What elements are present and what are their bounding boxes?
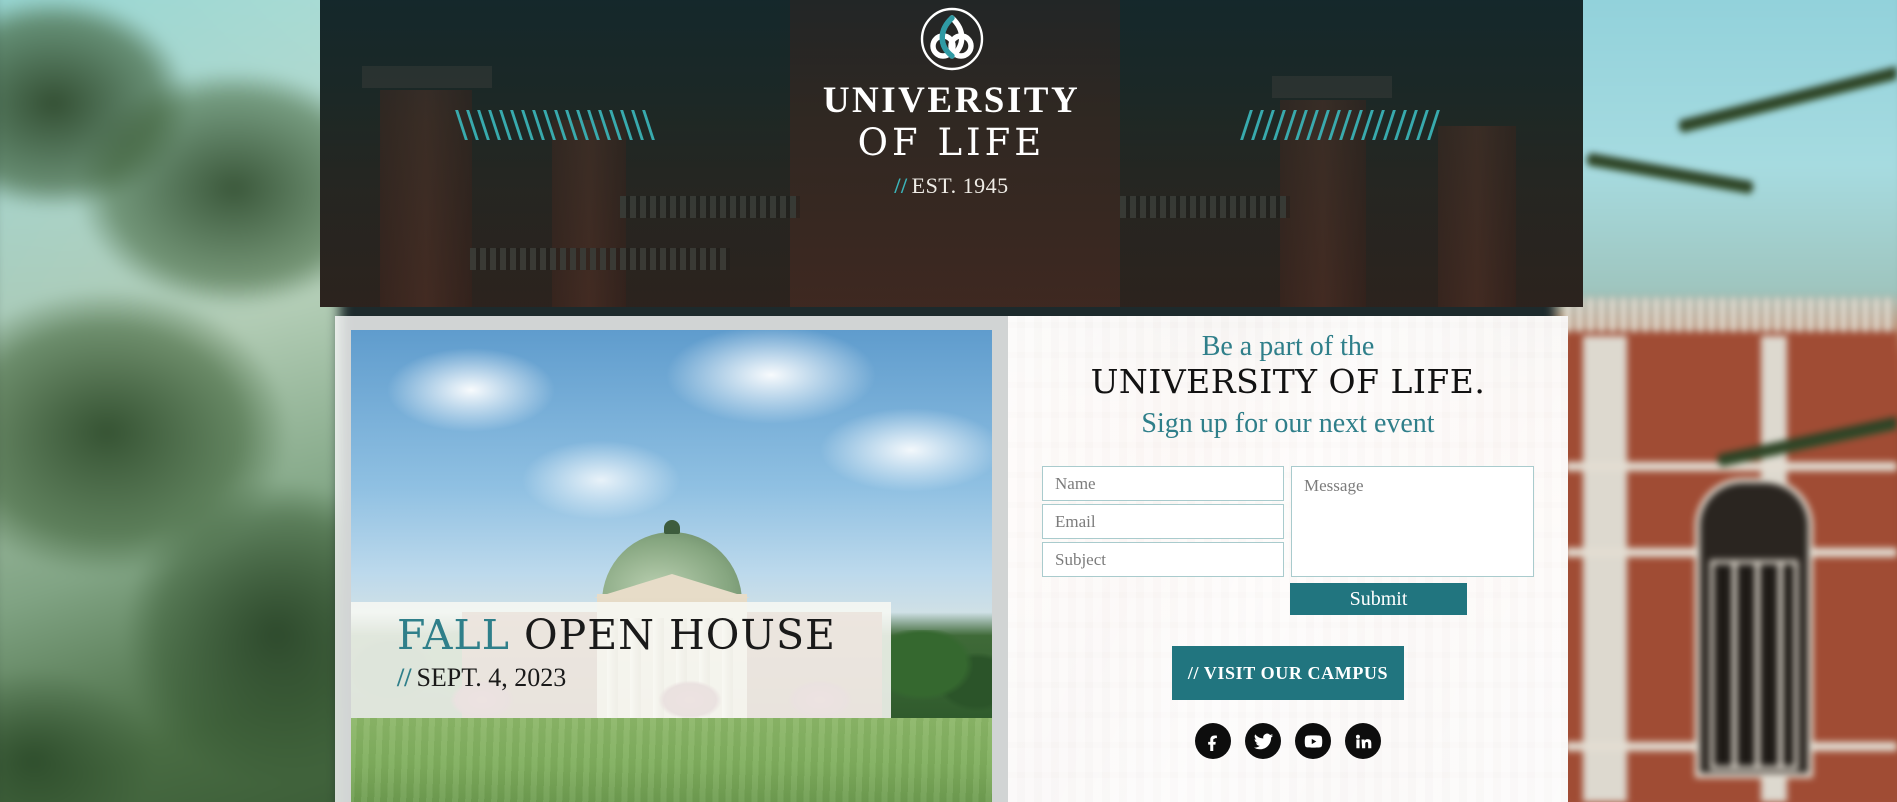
facebook-icon[interactable] xyxy=(1195,723,1231,760)
submit-row: Submit xyxy=(1032,583,1544,616)
brand-title: UNIVERSITY OF LIFE xyxy=(822,80,1081,165)
twitter-icon[interactable] xyxy=(1245,723,1281,760)
brand-line-2: OF LIFE xyxy=(857,120,1046,164)
established-text: EST. 1945 xyxy=(911,172,1009,198)
signup-eyebrow: Be a part of the xyxy=(1201,331,1375,362)
brand-row: UNIVERSITY OF LIFE xyxy=(320,80,1583,165)
social-links xyxy=(1032,723,1544,760)
event-title-accent: FALL xyxy=(397,611,510,659)
decorative-slashes-left xyxy=(455,110,658,140)
slash-mark: // xyxy=(397,663,412,693)
event-title: FALL OPEN HOUSE xyxy=(397,611,891,659)
subject-input[interactable] xyxy=(1042,542,1284,578)
brand-line-1: UNIVERSITY xyxy=(822,80,1081,121)
event-date: //SEPT. 4, 2023 xyxy=(397,663,891,693)
youtube-icon[interactable] xyxy=(1295,723,1331,760)
event-panel: FALL OPEN HOUSE //SEPT. 4, 2023 xyxy=(335,316,1008,802)
background-tree-photo xyxy=(0,0,340,802)
event-date-text: SEPT. 4, 2023 xyxy=(416,663,567,693)
email-input[interactable] xyxy=(1042,504,1284,540)
lawn xyxy=(351,718,992,802)
brand-established: //EST. 1945 xyxy=(894,173,1008,199)
slash-mark: // xyxy=(894,172,908,198)
content-panels: FALL OPEN HOUSE //SEPT. 4, 2023 Be a par… xyxy=(335,316,1568,802)
signup-subtitle: Sign up for our next event xyxy=(1141,407,1435,439)
decorative-slashes-right xyxy=(1240,110,1443,140)
event-card[interactable]: FALL OPEN HOUSE //SEPT. 4, 2023 xyxy=(351,330,992,802)
triquetra-logo-icon[interactable] xyxy=(919,6,985,72)
hero-header: UNIVERSITY OF LIFE //EST. 1945 xyxy=(320,0,1583,307)
event-caption: FALL OPEN HOUSE //SEPT. 4, 2023 xyxy=(351,602,891,718)
background-building-detail xyxy=(1565,0,1897,802)
event-title-rest: OPEN HOUSE xyxy=(524,611,836,659)
submit-button[interactable]: Submit xyxy=(1290,583,1467,616)
visit-row: // VISIT OUR CAMPUS xyxy=(1032,646,1544,701)
linkedin-icon[interactable] xyxy=(1345,723,1381,760)
visit-campus-button[interactable]: // VISIT OUR CAMPUS xyxy=(1172,646,1404,701)
signup-form xyxy=(1032,466,1544,578)
signup-panel: Be a part of the UNIVERSITY OF LIFE. Sig… xyxy=(1008,316,1568,802)
signup-title: UNIVERSITY OF LIFE. xyxy=(1090,362,1486,402)
name-input[interactable] xyxy=(1042,466,1284,502)
message-textarea[interactable] xyxy=(1291,466,1534,578)
